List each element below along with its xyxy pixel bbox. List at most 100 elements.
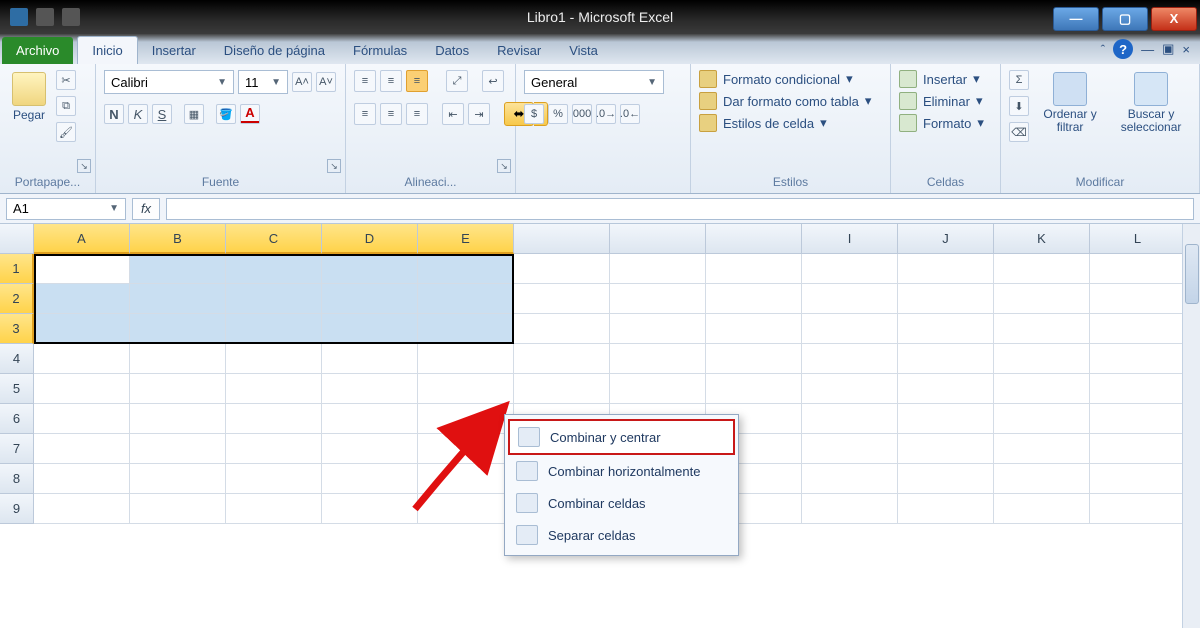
cell[interactable] <box>1090 374 1186 404</box>
tab-insertar[interactable]: Insertar <box>138 37 210 64</box>
row-header[interactable]: 7 <box>0 434 34 464</box>
cell[interactable] <box>1090 254 1186 284</box>
window-close-icon[interactable]: × <box>1182 42 1190 57</box>
decrease-decimal-icon[interactable]: .0← <box>620 104 640 124</box>
align-right-icon[interactable]: ≡ <box>406 103 428 125</box>
cell[interactable] <box>130 254 226 284</box>
cell[interactable] <box>1090 434 1186 464</box>
cell[interactable] <box>130 314 226 344</box>
cell[interactable] <box>418 464 514 494</box>
row-header[interactable]: 4 <box>0 344 34 374</box>
cell[interactable] <box>1090 404 1186 434</box>
cell[interactable] <box>1090 344 1186 374</box>
cell[interactable] <box>994 314 1090 344</box>
cell[interactable] <box>898 494 994 524</box>
find-select-button[interactable]: Buscar y seleccionar <box>1111 70 1191 136</box>
column-header[interactable]: D <box>322 224 418 254</box>
fill-icon[interactable]: ⬇ <box>1009 96 1029 116</box>
tab-diseno[interactable]: Diseño de página <box>210 37 339 64</box>
cell[interactable] <box>514 314 610 344</box>
row-header[interactable]: 9 <box>0 494 34 524</box>
cell[interactable] <box>802 494 898 524</box>
accounting-format-icon[interactable]: $ <box>524 104 544 124</box>
cell[interactable] <box>802 434 898 464</box>
wrap-text-icon[interactable]: ↩ <box>482 70 504 92</box>
cell[interactable] <box>610 344 706 374</box>
align-bottom-icon[interactable]: ≡ <box>406 70 428 92</box>
conditional-format-button[interactable]: Formato condicional▾ <box>699 70 871 88</box>
column-header[interactable] <box>610 224 706 254</box>
cell[interactable] <box>994 344 1090 374</box>
cell[interactable] <box>898 404 994 434</box>
clear-icon[interactable]: ⌫ <box>1009 122 1029 142</box>
cell[interactable] <box>418 254 514 284</box>
name-box[interactable]: A1 ▼ <box>6 198 126 220</box>
cell[interactable] <box>514 344 610 374</box>
font-name-combo[interactable]: ▼ <box>104 70 234 94</box>
cell[interactable] <box>130 494 226 524</box>
decrease-font-icon[interactable]: A˅ <box>316 72 336 92</box>
cell[interactable] <box>226 494 322 524</box>
number-format-combo[interactable]: ▼ <box>524 70 664 94</box>
cell[interactable] <box>130 434 226 464</box>
scrollbar-thumb[interactable] <box>1185 244 1199 304</box>
cell[interactable] <box>322 434 418 464</box>
cell[interactable] <box>130 374 226 404</box>
cell[interactable] <box>34 284 130 314</box>
cell[interactable] <box>802 404 898 434</box>
font-launcher[interactable]: ↘ <box>327 159 341 173</box>
cell[interactable] <box>802 344 898 374</box>
cell[interactable] <box>610 374 706 404</box>
cell[interactable] <box>706 284 802 314</box>
cell[interactable] <box>34 434 130 464</box>
borders-button[interactable]: ▦ <box>184 104 204 124</box>
cell[interactable] <box>610 254 706 284</box>
cell[interactable] <box>322 344 418 374</box>
number-format-input[interactable] <box>531 75 643 90</box>
font-color-button[interactable]: A <box>240 104 260 124</box>
tab-file[interactable]: Archivo <box>2 37 73 64</box>
row-header[interactable]: 8 <box>0 464 34 494</box>
menu-merge-cells[interactable]: Combinar celdas <box>508 487 735 519</box>
row-header[interactable]: 2 <box>0 284 34 314</box>
cell[interactable] <box>1090 494 1186 524</box>
bold-button[interactable]: N <box>104 104 124 124</box>
underline-button[interactable]: S <box>152 104 172 124</box>
cell[interactable] <box>994 464 1090 494</box>
row-header[interactable]: 6 <box>0 404 34 434</box>
window-restore-icon[interactable]: ▣ <box>1162 41 1174 57</box>
format-as-table-button[interactable]: Dar formato como tabla▾ <box>699 92 871 110</box>
italic-button[interactable]: K <box>128 104 148 124</box>
column-header[interactable]: B <box>130 224 226 254</box>
menu-merge-center[interactable]: Combinar y centrar <box>508 419 735 455</box>
cell[interactable] <box>514 284 610 314</box>
cell[interactable] <box>322 284 418 314</box>
font-name-input[interactable] <box>111 75 213 90</box>
cell[interactable] <box>898 344 994 374</box>
cell[interactable] <box>130 464 226 494</box>
cell[interactable] <box>130 284 226 314</box>
cell[interactable] <box>34 314 130 344</box>
cell[interactable] <box>418 494 514 524</box>
increase-decimal-icon[interactable]: .0→ <box>596 104 616 124</box>
comma-format-icon[interactable]: 000 <box>572 104 592 124</box>
column-header[interactable]: K <box>994 224 1090 254</box>
row-header[interactable]: 1 <box>0 254 34 284</box>
cell[interactable] <box>1090 314 1186 344</box>
cell[interactable] <box>898 314 994 344</box>
cell[interactable] <box>322 404 418 434</box>
close-button[interactable]: X <box>1151 7 1197 31</box>
copy-icon[interactable]: ⧉ <box>56 96 76 116</box>
autosum-icon[interactable]: Σ <box>1009 70 1029 90</box>
cell[interactable] <box>1090 464 1186 494</box>
cell[interactable] <box>34 404 130 434</box>
column-header[interactable]: J <box>898 224 994 254</box>
column-header[interactable]: L <box>1090 224 1186 254</box>
cell[interactable] <box>226 404 322 434</box>
cell[interactable] <box>34 344 130 374</box>
align-top-icon[interactable]: ≡ <box>354 70 376 92</box>
menu-merge-across[interactable]: Combinar horizontalmente <box>508 455 735 487</box>
minimize-ribbon-icon[interactable]: ˆ <box>1101 42 1105 57</box>
cell[interactable] <box>706 344 802 374</box>
alignment-launcher[interactable]: ↘ <box>497 159 511 173</box>
